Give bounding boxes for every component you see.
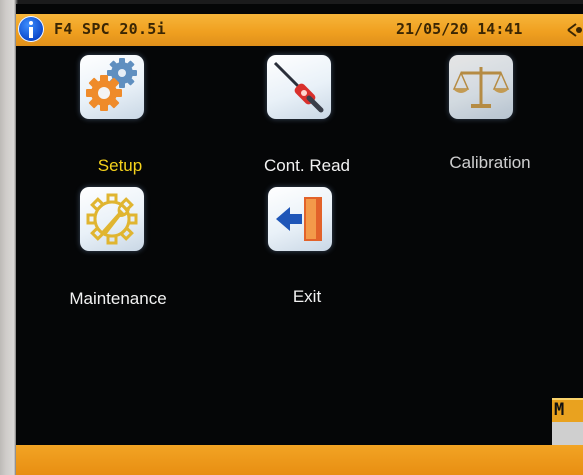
- gears-icon[interactable]: [80, 55, 144, 119]
- menu-label-setup: Setup: [97, 156, 143, 175]
- menu-label-exit: Exit: [292, 287, 322, 306]
- wrench-gear-icon[interactable]: [80, 187, 144, 251]
- device-screen: F4 SPC 20.5i 21/05/20 14:41 Setup Cont. …: [16, 4, 583, 475]
- info-icon[interactable]: [18, 16, 44, 42]
- menu-label-maintenance: Maintenance: [69, 289, 167, 308]
- menu-label-calibration: Calibration: [449, 153, 531, 172]
- balance-scale-icon[interactable]: [449, 55, 513, 119]
- connection-icon: [564, 22, 583, 38]
- status-bar: F4 SPC 20.5i 21/05/20 14:41: [16, 14, 583, 46]
- bottom-bar: [16, 445, 583, 475]
- datetime: 21/05/20 14:41: [396, 20, 523, 38]
- popup-body: [552, 422, 583, 447]
- exit-door-icon[interactable]: [268, 187, 332, 251]
- probe-reader-icon[interactable]: [267, 55, 331, 119]
- popup-title-bar: M: [552, 398, 583, 422]
- menu-label-cont-read: Cont. Read: [264, 156, 350, 175]
- device-name: F4 SPC 20.5i: [54, 20, 166, 38]
